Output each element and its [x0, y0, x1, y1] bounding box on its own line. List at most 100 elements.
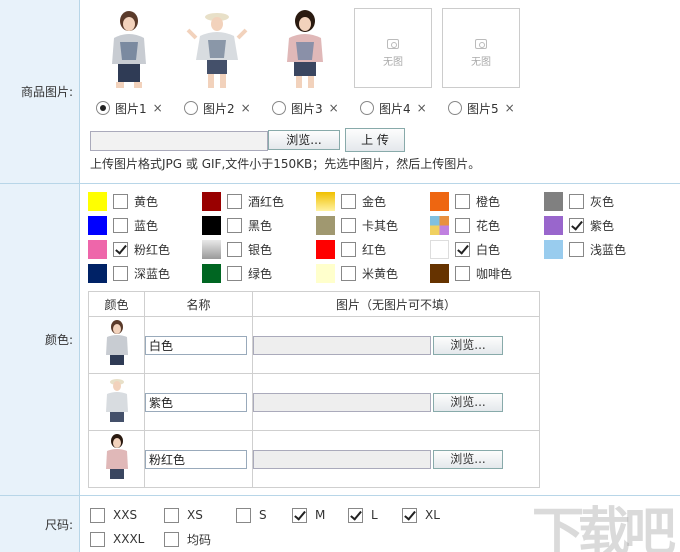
- color-checkbox[interactable]: [227, 217, 242, 233]
- size-checkbox[interactable]: [402, 507, 417, 523]
- image-placeholder-5[interactable]: 无图: [442, 8, 520, 88]
- placeholder-text: 无图: [471, 57, 491, 68]
- color-name-input[interactable]: [145, 392, 247, 412]
- size-checkbox[interactable]: [90, 531, 105, 547]
- color-option: 酒红色: [202, 191, 285, 211]
- color-thumbnail: [105, 379, 128, 422]
- color-checkbox[interactable]: [455, 265, 470, 281]
- camera-icon: [475, 39, 487, 49]
- color-swatch: [430, 239, 449, 259]
- color-checkbox[interactable]: [341, 193, 356, 209]
- image-slot-label: 图片4: [379, 101, 411, 116]
- color-swatch: [202, 263, 221, 283]
- browse-button[interactable]: 浏览...: [268, 130, 340, 150]
- color-swatch: [316, 215, 335, 235]
- color-name-cell: [144, 373, 253, 431]
- color-label: 花色: [476, 218, 501, 233]
- color-picture-field[interactable]: [253, 335, 431, 355]
- table-header-row: 颜色 名称 图片（无图片可不填）: [88, 291, 540, 317]
- color-checkbox[interactable]: [569, 241, 584, 257]
- color-checkbox[interactable]: [113, 193, 128, 209]
- size-label: M: [315, 508, 326, 522]
- color-checkbox[interactable]: [455, 217, 470, 233]
- color-label: 黑色: [248, 218, 273, 233]
- color-label: 蓝色: [134, 218, 159, 233]
- color-swatch: [202, 215, 221, 235]
- size-label: S: [259, 508, 267, 522]
- image-file-field[interactable]: [90, 131, 268, 151]
- product-thumbnail-2[interactable]: [178, 8, 256, 88]
- image-slot-1: 图片1 ×: [96, 100, 163, 116]
- delete-icon[interactable]: ×: [505, 101, 515, 115]
- color-checkbox[interactable]: [113, 217, 128, 233]
- image-slot-radio[interactable]: [184, 101, 198, 115]
- color-name-input[interactable]: [145, 335, 247, 355]
- color-label: 紫色: [590, 218, 615, 233]
- size-checkbox[interactable]: [348, 507, 363, 523]
- color-swatch: [88, 215, 107, 235]
- color-option: 橙色: [430, 191, 500, 211]
- color-name-cell: [144, 430, 253, 488]
- color-checkbox[interactable]: [341, 241, 356, 257]
- color-image-cell: [88, 373, 145, 431]
- color-checkbox[interactable]: [341, 217, 356, 233]
- color-label: 银色: [248, 242, 273, 257]
- color-checkbox[interactable]: [341, 265, 356, 281]
- size-checkbox[interactable]: [236, 507, 251, 523]
- product-thumbnail-3[interactable]: [266, 8, 344, 88]
- table-row: 浏览...: [88, 316, 540, 374]
- size-checkbox[interactable]: [164, 507, 179, 523]
- color-label: 金色: [362, 194, 387, 209]
- image-slot-label: 图片5: [467, 101, 499, 116]
- color-option: 粉红色: [88, 239, 170, 259]
- color-checkbox[interactable]: [227, 193, 242, 209]
- size-checkbox[interactable]: [164, 531, 179, 547]
- image-slot-label: 图片1: [115, 101, 147, 116]
- color-detail-table: 颜色 名称 图片（无图片可不填） 浏览... 浏览...: [88, 291, 540, 488]
- color-label: 酒红色: [248, 194, 285, 209]
- color-swatch: [544, 215, 563, 235]
- image-slot-radio[interactable]: [96, 101, 110, 115]
- color-swatch: [316, 239, 335, 259]
- size-option: 均码: [164, 530, 211, 548]
- color-checkbox[interactable]: [455, 193, 470, 209]
- camera-icon: [387, 39, 399, 49]
- delete-icon[interactable]: ×: [153, 101, 163, 115]
- product-thumbnail-1[interactable]: [90, 8, 168, 88]
- color-picture-cell: 浏览...: [252, 430, 540, 488]
- delete-icon[interactable]: ×: [241, 101, 251, 115]
- delete-icon[interactable]: ×: [329, 101, 339, 115]
- size-option: XXXL: [90, 530, 144, 548]
- image-slot-radio[interactable]: [272, 101, 286, 115]
- watermark-logo: 下载吧: [531, 503, 676, 552]
- color-option: 浅蓝色: [544, 239, 626, 259]
- color-checkbox[interactable]: [227, 241, 242, 257]
- color-swatch: [430, 191, 449, 211]
- image-placeholder-4[interactable]: 无图: [354, 8, 432, 88]
- color-label: 米黄色: [362, 266, 399, 281]
- color-checkbox[interactable]: [455, 241, 470, 257]
- color-checkbox[interactable]: [113, 265, 128, 281]
- color-thumbnail: [105, 320, 128, 365]
- color-image-cell: [88, 430, 145, 488]
- browse-button[interactable]: 浏览...: [433, 335, 503, 355]
- color-picture-field[interactable]: [253, 392, 431, 412]
- color-checkbox[interactable]: [227, 265, 242, 281]
- size-checkbox[interactable]: [90, 507, 105, 523]
- image-slot-radio[interactable]: [448, 101, 462, 115]
- color-picture-field[interactable]: [253, 449, 431, 469]
- label-cell: 商品图片:: [0, 0, 80, 183]
- size-checkbox[interactable]: [292, 507, 307, 523]
- color-option: 深蓝色: [88, 263, 170, 283]
- delete-icon[interactable]: ×: [417, 101, 427, 115]
- color-checkbox[interactable]: [569, 193, 584, 209]
- image-slot-radio[interactable]: [360, 101, 374, 115]
- color-label: 咖啡色: [476, 266, 513, 281]
- upload-button[interactable]: 上 传: [345, 128, 405, 152]
- color-name-input[interactable]: [145, 449, 247, 469]
- column-header-name: 名称: [144, 291, 253, 317]
- browse-button[interactable]: 浏览...: [433, 449, 503, 469]
- color-checkbox[interactable]: [569, 217, 584, 233]
- color-checkbox[interactable]: [113, 241, 128, 257]
- browse-button[interactable]: 浏览...: [433, 392, 503, 412]
